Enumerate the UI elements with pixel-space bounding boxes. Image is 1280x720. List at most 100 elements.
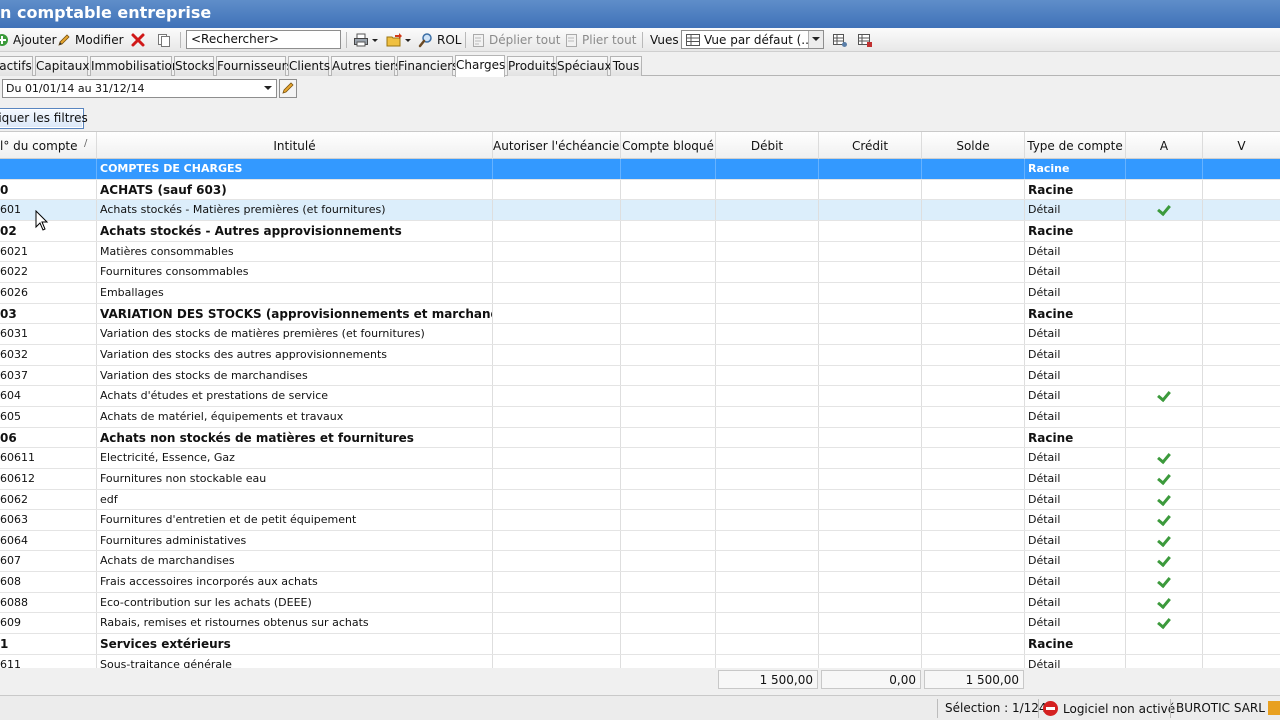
tab-tous[interactable]: Tous [610, 56, 642, 76]
collapse-all-button[interactable]: Plier tout [563, 31, 636, 49]
cell-label: Achats non stockés de matières et fourni… [97, 427, 493, 448]
tab-actifs[interactable]: actifs [0, 56, 33, 76]
selection-count: Sélection : 1/124 [945, 701, 1047, 715]
table-row[interactable]: 6026 Emballages Détail [0, 282, 1280, 304]
tab-capitaux[interactable]: Capitaux [35, 56, 89, 76]
cell-type: Détail [1025, 200, 1126, 220]
period-edit-button[interactable] [279, 79, 297, 98]
column-label[interactable]: Intitulé [97, 132, 493, 159]
column-balance[interactable]: Solde [922, 132, 1025, 159]
view-settings-button[interactable] [832, 31, 848, 49]
table-cell [621, 468, 716, 489]
tab-immobilisations[interactable]: Immobilisations [90, 56, 186, 76]
cell-label: Fournitures consommables [97, 262, 493, 282]
table-cell [819, 468, 922, 489]
column-a[interactable]: A [1126, 132, 1203, 159]
views-select[interactable]: Vue par défaut (... [681, 30, 824, 49]
add-button[interactable]: Ajouter [0, 31, 57, 49]
tab-speciaux[interactable]: Spéciaux [556, 56, 612, 76]
table-cell [493, 634, 621, 654]
company-name: BUROTIC SARL [1176, 701, 1265, 715]
cell-label: Eco-contribution sur les achats (DEEE) [97, 592, 493, 613]
tab-charges[interactable]: Charges [455, 55, 505, 77]
delete-button[interactable] [130, 31, 146, 49]
rol-button[interactable]: ROL [418, 31, 461, 49]
search-input[interactable]: <Rechercher> [186, 30, 341, 49]
table-cell [716, 406, 819, 427]
table-cell [493, 344, 621, 365]
table-cell [922, 386, 1025, 406]
table-row[interactable]: 608 Frais accessoires incorporés aux acha… [0, 572, 1280, 593]
column-v[interactable]: V [1203, 132, 1280, 159]
table-row[interactable]: 601 Achats stockés - Matières premières (… [0, 200, 1280, 221]
notification-icon[interactable] [1268, 701, 1280, 715]
table-cell [621, 406, 716, 427]
cell-type: Détail [1025, 241, 1126, 262]
table-cell [716, 489, 819, 510]
table-row[interactable]: 60611 Electricité, Essence, Gaz Détail [0, 448, 1280, 469]
cell-label: Achats d'études et prestations de servic… [97, 386, 493, 406]
period-select[interactable]: Du 01/01/14 au 31/12/14 [2, 79, 277, 98]
view-edit-button[interactable] [857, 31, 873, 49]
column-credit[interactable]: Crédit [819, 132, 922, 159]
table-row[interactable]: 06 Achats non stockés de matières et four… [0, 427, 1280, 449]
table-row[interactable]: 6062 edf Détail [0, 489, 1280, 511]
table-row[interactable]: COMPTES DE CHARGES Racine [0, 159, 1280, 180]
expand-all-button[interactable]: Déplier tout [470, 31, 560, 49]
copy-button[interactable] [156, 31, 172, 49]
tab-financiers[interactable]: Financiers [397, 56, 458, 76]
table-row[interactable]: 6032 Variation des stocks des autres appr… [0, 344, 1280, 366]
table-cell [493, 489, 621, 510]
magnifier-icon [418, 32, 434, 48]
column-type[interactable]: Type de compte [1025, 132, 1126, 159]
tab-fournisseurs[interactable]: Fournisseurs [216, 56, 293, 76]
table-cell [922, 427, 1025, 448]
apply-filters-button[interactable]: liquer les filtres [0, 108, 88, 129]
activation-status[interactable]: Logiciel non activé [1043, 701, 1175, 716]
checkmark-icon [1158, 513, 1170, 525]
table-cell [922, 344, 1025, 365]
window-title: n comptable entreprise [0, 3, 212, 22]
table-row[interactable]: 604 Achats d'études et prestations de ser… [0, 386, 1280, 407]
table-row[interactable]: 6022 Fournitures consommables Détail [0, 262, 1280, 283]
cell-no: 6021 [0, 241, 97, 262]
print-button[interactable] [353, 31, 380, 49]
column-blocked[interactable]: Compte bloqué [621, 132, 716, 159]
checkmark-icon [1158, 203, 1170, 215]
table-row[interactable]: 605 Achats de matériel, équipements et tr… [0, 406, 1280, 428]
export-button[interactable] [386, 31, 413, 49]
period-dropdown-button[interactable] [261, 80, 276, 97]
column-account-no[interactable]: l° du compte / [0, 132, 97, 159]
cell-label: Variation des stocks de marchandises [97, 365, 493, 386]
tab-stocks[interactable]: Stocks [174, 56, 214, 76]
cell-type: Détail [1025, 654, 1126, 668]
table-row[interactable]: 6021 Matières consommables Détail [0, 241, 1280, 263]
table-row[interactable]: 6064 Fournitures administatives Détail [0, 530, 1280, 552]
table-cell [1126, 427, 1203, 448]
table-cell [716, 220, 819, 241]
table-row[interactable]: 0 ACHATS (sauf 603) Racine [0, 179, 1280, 201]
tab-clients[interactable]: Clients [288, 56, 330, 76]
table-row[interactable]: 607 Achats de marchandises Détail [0, 551, 1280, 573]
column-schedule[interactable]: Autoriser l'échéancier [493, 132, 621, 159]
table-row[interactable]: 1 Services extérieurs Racine [0, 634, 1280, 655]
table-row[interactable]: 6088 Eco-contribution sur les achats (DEE… [0, 592, 1280, 614]
views-dropdown-button[interactable] [808, 31, 823, 48]
modify-button[interactable]: Modifier [56, 31, 124, 49]
cell-type: Détail [1025, 530, 1126, 551]
table-row[interactable]: 6031 Variation des stocks de matières pre… [0, 324, 1280, 345]
table-row[interactable]: 611 Sous-traitance générale Détail [0, 654, 1280, 668]
table-cell [922, 406, 1025, 427]
table-row[interactable]: 03 VARIATION DES STOCKS (approvisionnemen… [0, 303, 1280, 325]
table-row[interactable]: 609 Rabais, remises et ristournes obtenus… [0, 613, 1280, 635]
table-row[interactable]: 6063 Fournitures d'entretien et de petit … [0, 510, 1280, 531]
tab-autres-tiers[interactable]: Autres tiers [331, 56, 401, 76]
table-row[interactable]: 60612 Fournitures non stockable eau Détail [0, 468, 1280, 490]
table-cell [621, 262, 716, 282]
table-row[interactable]: 6037 Variation des stocks de marchandises… [0, 365, 1280, 387]
tab-produits[interactable]: Produits [507, 56, 557, 76]
table-row[interactable]: 02 Achats stockés - Autres approvisionnem… [0, 220, 1280, 242]
table-cell [1126, 241, 1203, 262]
cell-no: 6088 [0, 592, 97, 613]
column-debit[interactable]: Débit [716, 132, 819, 159]
